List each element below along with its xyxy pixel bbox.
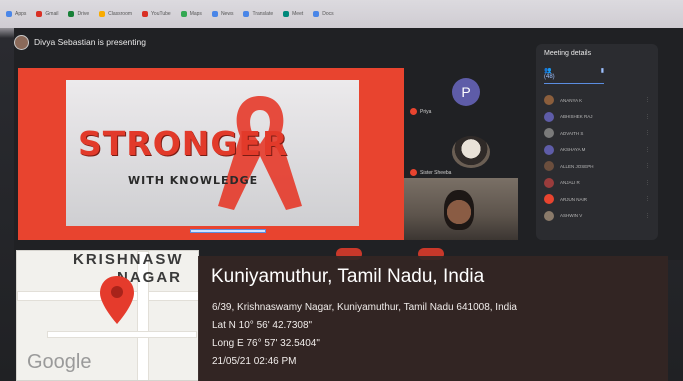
slide-subtitle: WITH KNOWLEDGE [128, 174, 259, 187]
bookmark-label: Docs [322, 11, 334, 17]
participant-name: ABHISHEK RAJ [560, 114, 593, 120]
list-item[interactable]: ASHWIN V ⋮ [544, 208, 650, 225]
list-item[interactable]: ANANYA K ⋮ [544, 92, 650, 109]
avatar [544, 177, 554, 188]
bookmark-item[interactable]: Gmail [36, 11, 58, 17]
avatar [544, 111, 554, 122]
slide-scrollbar[interactable] [190, 229, 266, 233]
bookmark-label: Apps [15, 11, 27, 17]
bookmark-favicon-icon [36, 11, 43, 17]
avatar [544, 144, 554, 155]
bookmark-label: YouTube [151, 11, 171, 17]
bookmark-label: Classroom [108, 11, 133, 17]
list-item[interactable]: ANJALI R ⋮ [544, 175, 650, 192]
meeting-details-panel: Meeting details 👥 (48) ▮ ANANYA K ⋮ ABHISH… [536, 44, 658, 240]
bookmark-label: Maps [189, 11, 202, 17]
panel-title: Meeting details [544, 50, 592, 57]
participant-name: AKSHAYA M [560, 147, 586, 153]
bookmark-item[interactable]: Translate [243, 11, 273, 17]
mic-muted-icon [410, 169, 417, 176]
bookmark-label: Gmail [45, 11, 59, 17]
participant-avatar[interactable]: P [452, 78, 480, 106]
more-options-icon[interactable]: ⋮ [645, 180, 650, 186]
panel-tabs: 👥 (48) ▮ [544, 67, 604, 84]
longitude-text: Long E 76° 57' 32.5404" [212, 338, 320, 349]
more-options-icon[interactable]: ⋮ [645, 196, 650, 202]
participant-name: ALLEN JOSEPH [560, 163, 594, 169]
mic-muted-icon [410, 108, 417, 115]
bookmark-favicon-icon [243, 11, 250, 17]
map-thumbnail: KRISHNASW NAGAR Google [16, 250, 199, 381]
map-pin-icon [100, 276, 134, 324]
bookmark-favicon-icon [313, 11, 320, 17]
bookmark-item[interactable]: News [211, 11, 234, 17]
bookmark-favicon-icon [6, 11, 12, 17]
bookmark-label: Drive [77, 11, 90, 17]
list-item[interactable]: ARJUN NAIR ⋮ [544, 191, 650, 208]
tab-people[interactable]: 👥 (48) [544, 67, 557, 80]
bookmark-favicon-icon [283, 11, 290, 17]
bookmark-item[interactable]: Apps [6, 11, 26, 17]
bookmark-label: Translate [252, 11, 274, 17]
participant-name: ARJUN NAIR [560, 196, 588, 202]
avatar [544, 161, 554, 172]
bookmark-favicon-icon [142, 11, 149, 17]
bookmark-label: Meet [292, 11, 304, 17]
map-label: KRISHNASW [73, 251, 184, 268]
bookmark-item[interactable]: Meet [283, 11, 303, 17]
datetime-text: 21/05/21 02:46 PM [212, 356, 297, 367]
list-item[interactable]: ALLEN JOSEPH ⋮ [544, 158, 650, 175]
bookmark-item[interactable]: Docs [313, 11, 334, 17]
bookmark-item[interactable]: Drive [68, 11, 89, 17]
bookmark-favicon-icon [68, 11, 75, 17]
bookmark-item[interactable]: YouTube [142, 11, 171, 17]
avatar [544, 128, 554, 139]
bookmark-favicon-icon [211, 11, 218, 17]
participant-name: ANANYA K [560, 97, 583, 103]
list-item[interactable]: ABHISHEK RAJ ⋮ [544, 109, 650, 126]
more-options-icon[interactable]: ⋮ [645, 97, 650, 103]
slide-title: STRONGER [78, 124, 289, 163]
more-options-icon[interactable]: ⋮ [645, 130, 650, 136]
participant-name: ADVAITH S [560, 130, 584, 136]
bookmark-item[interactable]: Classroom [99, 11, 132, 17]
latitude-text: Lat N 10° 56' 42.7308" [212, 320, 313, 331]
avatar [544, 210, 554, 221]
participant-face [444, 190, 474, 230]
presenter-label: Divya Sebastian is presenting [34, 37, 146, 47]
people-list: ANANYA K ⋮ ABHISHEK RAJ ⋮ ADVAITH S ⋮ AKSHAYA … [544, 92, 650, 224]
location-title: Kuniyamuthur, Tamil Nadu, India [211, 266, 485, 287]
participant-tile-label: Priya [410, 108, 431, 115]
list-item[interactable]: AKSHAYA M ⋮ [544, 142, 650, 159]
map-road [47, 331, 197, 338]
tab-chat[interactable]: ▮ [601, 67, 604, 80]
avatar [544, 194, 554, 205]
bookmark-item[interactable]: Maps [180, 11, 202, 17]
avatar [544, 95, 554, 106]
more-options-icon[interactable]: ⋮ [645, 163, 650, 169]
bookmark-favicon-icon [99, 11, 106, 17]
list-item[interactable]: ADVAITH S ⋮ [544, 125, 650, 142]
geotag-card: Kuniyamuthur, Tamil Nadu, India 6/39, Kr… [198, 256, 668, 381]
bookmarks-bar: Apps Gmail Drive Classroom YouTube Maps News Tr… [0, 0, 683, 28]
participant-tile-label: Sister Sheeba [410, 169, 451, 176]
participant-name: ASHWIN V [560, 213, 583, 219]
participant-video[interactable] [404, 178, 518, 240]
more-options-icon[interactable]: ⋮ [645, 114, 650, 120]
participant-photo[interactable] [452, 136, 490, 168]
presenter-avatar [14, 34, 29, 50]
presenter-bar: Divya Sebastian is presenting [14, 32, 146, 52]
bookmark-label: News [220, 11, 234, 17]
participant-name: ANJALI R [560, 180, 580, 186]
google-logo: Google [27, 351, 92, 373]
bookmark-favicon-icon [180, 11, 187, 17]
more-options-icon[interactable]: ⋮ [645, 213, 650, 219]
more-options-icon[interactable]: ⋮ [645, 147, 650, 153]
address-text: 6/39, Krishnaswamy Nagar, Kuniyamuthur, … [212, 302, 517, 313]
